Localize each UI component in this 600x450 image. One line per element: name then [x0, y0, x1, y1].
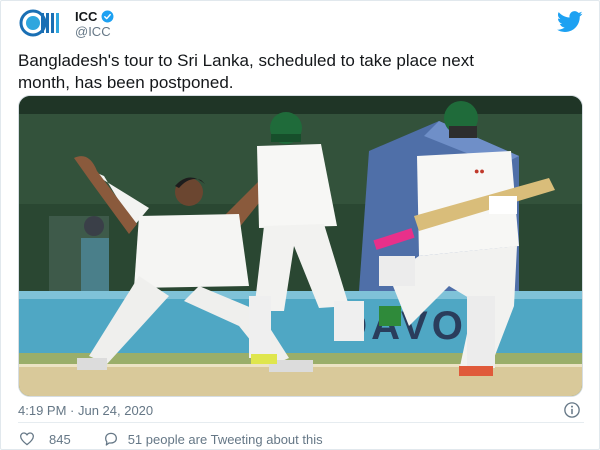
- conversation-text: 51 people are Tweeting about this: [127, 431, 323, 447]
- tweet-text: Bangladesh's tour to Sri Lanka, schedule…: [18, 50, 584, 94]
- twitter-bird-icon[interactable]: [557, 11, 583, 33]
- author-info[interactable]: ICC @ICC: [75, 9, 114, 39]
- tweet-text-line-1: Bangladesh's tour to Sri Lanka, schedule…: [18, 51, 474, 70]
- tweet-actions: 845 51 people are Tweeting about this: [19, 431, 323, 447]
- svg-text:●●: ●●: [474, 166, 485, 176]
- info-icon[interactable]: [563, 401, 581, 419]
- tweet-timestamp[interactable]: 4:19 PM · Jun 24, 2020: [18, 403, 153, 418]
- like-count: 845: [49, 431, 71, 447]
- conversation-link[interactable]: 51 people are Tweeting about this: [103, 431, 323, 447]
- author-name-row: ICC: [75, 9, 114, 24]
- heart-icon: [20, 432, 34, 446]
- tweet-header: ICC @ICC: [19, 9, 585, 39]
- verified-badge-icon: [101, 10, 114, 23]
- tweet-photo[interactable]: DAVOR ●●: [18, 95, 583, 397]
- author-name[interactable]: ICC: [75, 9, 97, 24]
- icc-logo-icon[interactable]: [19, 9, 65, 37]
- author-handle[interactable]: @ICC: [75, 24, 114, 39]
- tweet-text-line-2: month, has been postponed.: [18, 73, 234, 92]
- divider: [18, 422, 584, 423]
- tweet-card: ICC @ICC Bangladesh's tour to Sri Lanka,…: [0, 0, 600, 450]
- comment-icon: [104, 432, 117, 446]
- like-button[interactable]: 845: [19, 431, 71, 447]
